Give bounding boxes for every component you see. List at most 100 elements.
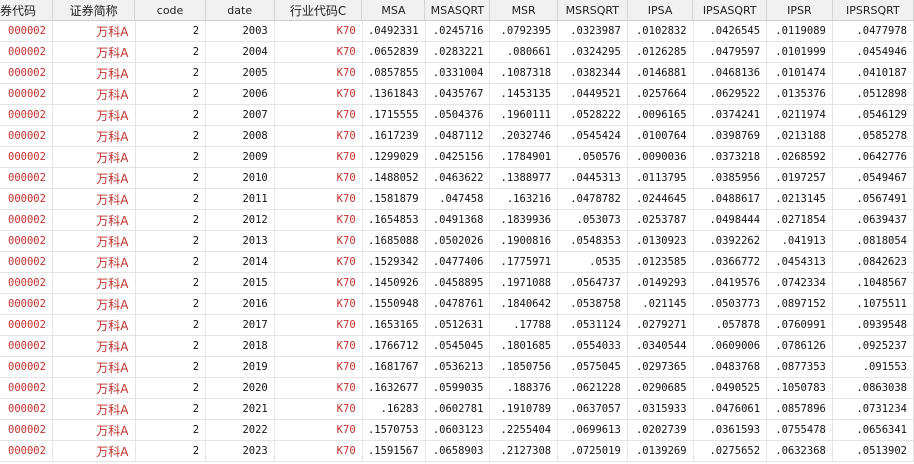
table-row[interactable]: 000002 万科A 2 2015 K70.1450926.0458895.197108…	[0, 273, 914, 294]
table-cell[interactable]: 000002	[0, 63, 54, 83]
table-cell[interactable]: .0113795	[628, 168, 694, 188]
table-cell[interactable]: .0585278	[833, 126, 914, 146]
table-cell[interactable]: K70	[275, 84, 363, 104]
table-cell[interactable]: .16283	[363, 399, 426, 419]
table-cell[interactable]: K70	[275, 210, 363, 230]
table-cell[interactable]: 2	[136, 168, 207, 188]
table-cell[interactable]: .0454313	[767, 252, 833, 272]
table-cell[interactable]: .0490525	[694, 378, 768, 398]
table-cell[interactable]: K70	[275, 63, 363, 83]
table-cell[interactable]: .0786126	[767, 336, 833, 356]
table-cell[interactable]: .0211974	[767, 105, 833, 125]
table-row[interactable]: 000002 万科A 2 2004 K70.0652839.0283221.080661…	[0, 42, 914, 63]
table-cell[interactable]: .0283221	[426, 42, 491, 62]
table-cell[interactable]: 万科A	[53, 126, 136, 146]
table-cell[interactable]: .0536213	[426, 357, 491, 377]
table-cell[interactable]: 2020	[206, 378, 275, 398]
table-cell[interactable]: .188376	[490, 378, 559, 398]
table-cell[interactable]: .0538758	[558, 294, 628, 314]
table-cell[interactable]: K70	[275, 252, 363, 272]
table-cell[interactable]: 2009	[206, 147, 275, 167]
table-cell[interactable]: K70	[275, 21, 363, 41]
table-cell[interactable]: .0503773	[694, 294, 768, 314]
table-cell[interactable]: .1450926	[363, 273, 426, 293]
table-cell[interactable]: .0315933	[628, 399, 694, 419]
table-cell[interactable]: .047458	[426, 189, 491, 209]
table-row[interactable]: 000002 万科A 2 2016 K70.1550948.0478761.184064…	[0, 294, 914, 315]
table-cell[interactable]: .0639437	[833, 210, 914, 230]
table-cell[interactable]: .0392262	[694, 231, 768, 251]
table-cell[interactable]: 2	[136, 147, 207, 167]
column-header[interactable]: date	[206, 0, 275, 20]
column-header[interactable]: MSA	[362, 0, 426, 20]
table-row[interactable]: 000002 万科A 2 2006 K70.1361843.0435767.145313…	[0, 84, 914, 105]
table-cell[interactable]: .0268592	[767, 147, 833, 167]
table-cell[interactable]: .1654853	[363, 210, 426, 230]
table-cell[interactable]: .0244645	[628, 189, 694, 209]
table-cell[interactable]: 万科A	[53, 189, 136, 209]
table-cell[interactable]: 2007	[206, 105, 275, 125]
table-cell[interactable]: K70	[275, 42, 363, 62]
table-cell[interactable]: .0101474	[767, 63, 833, 83]
table-cell[interactable]: K70	[275, 294, 363, 314]
table-cell[interactable]: .0477406	[426, 252, 491, 272]
table-cell[interactable]: .1840642	[490, 294, 559, 314]
table-cell[interactable]: 000002	[0, 126, 54, 146]
table-cell[interactable]: .0149293	[628, 273, 694, 293]
table-cell[interactable]: .1801685	[490, 336, 559, 356]
table-cell[interactable]: 2	[136, 336, 207, 356]
table-cell[interactable]: .1900816	[490, 231, 559, 251]
table-cell[interactable]: K70	[275, 126, 363, 146]
table-cell[interactable]: 2	[136, 378, 207, 398]
table-cell[interactable]: .0575045	[558, 357, 628, 377]
table-cell[interactable]: 2021	[206, 399, 275, 419]
table-cell[interactable]: 万科A	[53, 336, 136, 356]
column-header[interactable]: IPSASQRT	[693, 0, 767, 20]
table-cell[interactable]: 000002	[0, 105, 54, 125]
table-cell[interactable]: .0468136	[694, 63, 768, 83]
table-cell[interactable]: 2005	[206, 63, 275, 83]
table-row[interactable]: 000002 万科A 2 2014 K70.1529342.0477406.177597…	[0, 252, 914, 273]
table-cell[interactable]: .0323987	[558, 21, 628, 41]
table-cell[interactable]: .0479597	[694, 42, 768, 62]
table-cell[interactable]: .0842623	[833, 252, 914, 272]
table-cell[interactable]: .0567491	[833, 189, 914, 209]
table-cell[interactable]: .0548353	[558, 231, 628, 251]
table-cell[interactable]: 2018	[206, 336, 275, 356]
table-cell[interactable]: 2	[136, 105, 207, 125]
table-row[interactable]: 000002 万科A 2 2011 K70.1581879.047458.163216.…	[0, 189, 914, 210]
table-cell[interactable]: .0385956	[694, 168, 768, 188]
table-cell[interactable]: .1960111	[490, 105, 559, 125]
table-cell[interactable]: .1681767	[363, 357, 426, 377]
table-cell[interactable]: .0792395	[490, 21, 559, 41]
table-cell[interactable]: .0454946	[833, 42, 914, 62]
table-row[interactable]: 000002 万科A 2 2007 K70.1715555.0504376.196011…	[0, 105, 914, 126]
table-cell[interactable]: K70	[275, 168, 363, 188]
table-cell[interactable]: 000002	[0, 210, 54, 230]
table-cell[interactable]: .1050783	[767, 378, 833, 398]
table-row[interactable]: 000002 万科A 2 2012 K70.1654853.0491368.183993…	[0, 210, 914, 231]
table-cell[interactable]: .17788	[490, 315, 559, 335]
table-cell[interactable]: 万科A	[53, 441, 136, 461]
table-cell[interactable]: .0545045	[426, 336, 491, 356]
table-cell[interactable]: .163216	[490, 189, 559, 209]
table-cell[interactable]: 2004	[206, 42, 275, 62]
table-cell[interactable]: 万科A	[53, 378, 136, 398]
table-cell[interactable]: 000002	[0, 273, 54, 293]
table-cell[interactable]: .1529342	[363, 252, 426, 272]
table-cell[interactable]: .0939548	[833, 315, 914, 335]
table-cell[interactable]: .1617239	[363, 126, 426, 146]
table-cell[interactable]: .0331004	[426, 63, 491, 83]
table-cell[interactable]: .0897152	[767, 294, 833, 314]
table-cell[interactable]: 2	[136, 42, 207, 62]
table-row[interactable]: 000002 万科A 2 2023 K70.1591567.0658903.212730…	[0, 441, 914, 462]
table-cell[interactable]: .1715555	[363, 105, 426, 125]
column-header[interactable]: MSASQRT	[425, 0, 491, 20]
column-header[interactable]: code	[135, 0, 206, 20]
table-cell[interactable]: .1910789	[490, 399, 559, 419]
table-cell[interactable]: .1075511	[833, 294, 914, 314]
table-cell[interactable]: .0297365	[628, 357, 694, 377]
table-cell[interactable]: .0632368	[767, 441, 833, 461]
table-cell[interactable]: .0374241	[694, 105, 768, 125]
table-cell[interactable]: .080661	[490, 42, 559, 62]
